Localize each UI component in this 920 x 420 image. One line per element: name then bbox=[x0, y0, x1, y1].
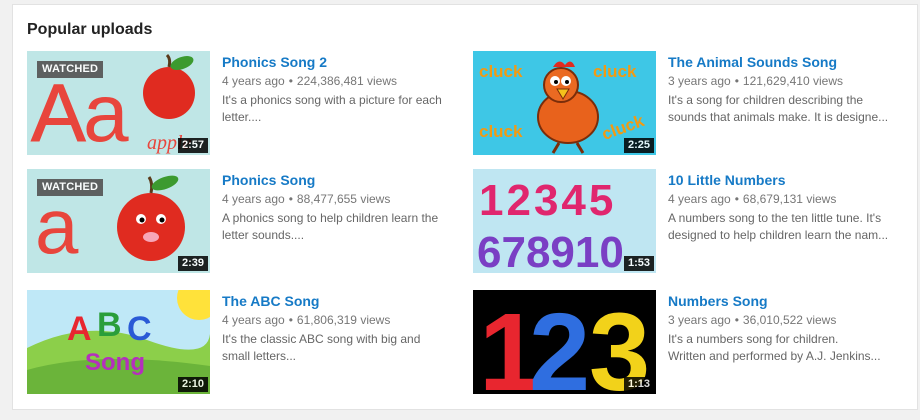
video-thumbnail[interactable]: A a apple WATCHED 2:57 bbox=[27, 51, 210, 155]
duration-badge: 2:57 bbox=[177, 138, 208, 153]
thumb-digit: 2 bbox=[529, 291, 590, 394]
watched-badge: WATCHED bbox=[37, 179, 104, 196]
description-line: A phonics song to help children learn th… bbox=[222, 211, 439, 225]
upload-age: 4 years ago bbox=[222, 192, 285, 206]
separator-dot: • bbox=[734, 192, 739, 206]
separator-dot: • bbox=[734, 313, 739, 327]
video-item: A B C Song 2:10 The ABC Song 4 years ago… bbox=[27, 290, 457, 396]
video-info: Phonics Song 4 years ago • 88,477,655 view… bbox=[222, 171, 457, 244]
video-description: It's a numbers song for children. Written… bbox=[668, 331, 903, 365]
video-description: It's a phonics song with a picture for e… bbox=[222, 92, 457, 126]
video-thumbnail[interactable]: 1 2 3 1:13 bbox=[473, 290, 656, 394]
video-info: The Animal Sounds Song 3 years ago • 121,6… bbox=[668, 53, 903, 126]
video-title-link[interactable]: Phonics Song 2 bbox=[222, 53, 457, 71]
separator-dot: • bbox=[734, 74, 739, 88]
description-line: It's a phonics song with a picture for e… bbox=[222, 93, 442, 107]
upload-age: 4 years ago bbox=[222, 74, 285, 88]
video-title-link[interactable]: Phonics Song bbox=[222, 171, 457, 189]
video-item: 12345 678910 1:53 10 Little Numbers 4 ye… bbox=[473, 169, 903, 275]
description-line: designed to help children learn the nam.… bbox=[668, 228, 889, 242]
popular-uploads-panel: Popular uploads A a apple WATCHED 2:57 P… bbox=[12, 4, 918, 410]
video-thumbnail[interactable]: cluck cluck cluck cluck 2:25 bbox=[473, 51, 656, 155]
view-count: 36,010,522 views bbox=[742, 313, 837, 327]
video-description: It's the classic ABC song with big and sm… bbox=[222, 331, 457, 365]
thumb-word: Song bbox=[85, 349, 145, 376]
video-item: cluck cluck cluck cluck 2:25 The Animal … bbox=[473, 51, 903, 157]
duration-badge: 2:10 bbox=[177, 377, 208, 392]
video-description: A phonics song to help children learn th… bbox=[222, 210, 457, 244]
video-title-link[interactable]: The Animal Sounds Song bbox=[668, 53, 903, 71]
video-meta: 3 years ago • 121,629,410 views bbox=[668, 73, 903, 90]
description-line: It's a song for children describing the bbox=[668, 93, 864, 107]
thumb-letter: a bbox=[83, 68, 129, 155]
thumb-letter: B bbox=[97, 306, 122, 344]
video-meta: 3 years ago • 36,010,522 views bbox=[668, 312, 903, 329]
duration-badge: 2:39 bbox=[177, 256, 208, 271]
separator-dot: • bbox=[288, 74, 293, 88]
watched-badge: WATCHED bbox=[37, 61, 104, 78]
video-item: 1 2 3 1:13 Numbers Song 3 years ago • 36,0… bbox=[473, 290, 903, 396]
video-item: a WATCHED 2:39 Phonics Song 4 years ago •… bbox=[27, 169, 457, 275]
view-count: 68,679,131 views bbox=[742, 192, 837, 206]
video-info: Phonics Song 2 4 years ago • 224,386,481 v… bbox=[222, 53, 457, 126]
view-count: 88,477,655 views bbox=[296, 192, 391, 206]
video-thumbnail[interactable]: a WATCHED 2:39 bbox=[27, 169, 210, 273]
description-line: letter.... bbox=[222, 110, 262, 124]
upload-age: 4 years ago bbox=[668, 192, 731, 206]
video-description: A numbers song to the ten little tune. I… bbox=[668, 210, 903, 244]
video-meta: 4 years ago • 68,679,131 views bbox=[668, 191, 903, 208]
view-count: 224,386,481 views bbox=[296, 74, 397, 88]
duration-badge: 1:13 bbox=[623, 377, 654, 392]
section-title: Popular uploads bbox=[27, 21, 153, 38]
description-line: Written and performed by A.J. Jenkins... bbox=[668, 349, 881, 363]
video-info: 10 Little Numbers 4 years ago • 68,679,131… bbox=[668, 171, 903, 244]
description-line: sounds that animals make. It is designe.… bbox=[668, 110, 889, 124]
upload-age: 3 years ago bbox=[668, 313, 731, 327]
description-line: It's a numbers song for children. bbox=[668, 332, 839, 346]
duration-badge: 2:25 bbox=[623, 138, 654, 153]
description-line: It's the classic ABC song with big and bbox=[222, 332, 421, 346]
upload-age: 3 years ago bbox=[668, 74, 731, 88]
video-thumbnail[interactable]: 12345 678910 1:53 bbox=[473, 169, 656, 273]
thumb-numbers-row: 678910 bbox=[477, 228, 624, 273]
view-count: 61,806,319 views bbox=[296, 313, 391, 327]
description-line: A numbers song to the ten little tune. I… bbox=[668, 211, 882, 225]
separator-dot: • bbox=[288, 192, 293, 206]
thumb-word: cluck bbox=[479, 122, 523, 141]
thumb-letter: A bbox=[31, 68, 86, 155]
duration-badge: 1:53 bbox=[623, 256, 654, 271]
video-thumbnail[interactable]: A B C Song 2:10 bbox=[27, 290, 210, 394]
description-line: letter sounds.... bbox=[222, 228, 305, 242]
thumb-word: cluck bbox=[479, 62, 523, 81]
view-count: 121,629,410 views bbox=[742, 74, 843, 88]
video-description: It's a song for children describing the s… bbox=[668, 92, 903, 126]
video-meta: 4 years ago • 88,477,655 views bbox=[222, 191, 457, 208]
video-info: The ABC Song 4 years ago • 61,806,319 view… bbox=[222, 292, 457, 365]
video-item: A a apple WATCHED 2:57 Phonics Song 2 4 … bbox=[27, 51, 457, 157]
thumb-letter: C bbox=[127, 310, 152, 348]
video-meta: 4 years ago • 61,806,319 views bbox=[222, 312, 457, 329]
video-title-link[interactable]: Numbers Song bbox=[668, 292, 903, 310]
separator-dot: • bbox=[288, 313, 293, 327]
thumb-letter: A bbox=[67, 310, 92, 348]
video-meta: 4 years ago • 224,386,481 views bbox=[222, 73, 457, 90]
video-info: Numbers Song 3 years ago • 36,010,522 view… bbox=[668, 292, 903, 365]
video-title-link[interactable]: The ABC Song bbox=[222, 292, 457, 310]
upload-age: 4 years ago bbox=[222, 313, 285, 327]
description-line: small letters... bbox=[222, 349, 297, 363]
thumb-numbers-row: 12345 bbox=[479, 176, 616, 225]
video-title-link[interactable]: 10 Little Numbers bbox=[668, 171, 903, 189]
thumb-word: cluck bbox=[593, 62, 637, 81]
